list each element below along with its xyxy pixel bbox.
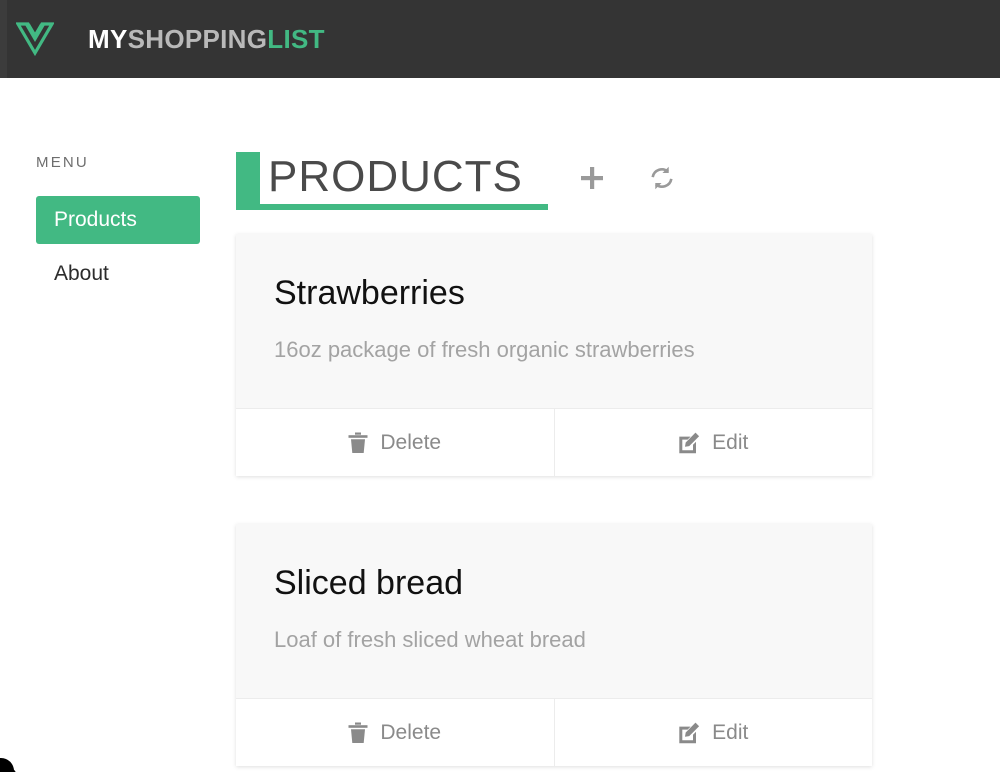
trash-icon	[348, 432, 368, 454]
product-description: Loaf of fresh sliced wheat bread	[274, 627, 586, 652]
product-card-body: Sliced bread Loaf of fresh sliced wheat …	[236, 524, 872, 698]
page-title-wrap: PRODUCTS	[236, 152, 548, 210]
brand-part-my: MY	[88, 24, 128, 54]
delete-button[interactable]: Delete	[236, 409, 554, 476]
edit-label: Edit	[712, 720, 749, 744]
sidebar-menu-list: Products About	[36, 196, 200, 298]
edit-pencil-icon	[678, 722, 700, 744]
brand-part-shopping: SHOPPING	[127, 24, 268, 54]
vue-logo-icon	[15, 21, 55, 57]
edit-label: Edit	[712, 430, 749, 454]
main-content: PRODUCTS Strawberries 16oz package of fr…	[236, 78, 1000, 772]
product-card-actions: Delete Edit	[236, 698, 872, 766]
edit-button[interactable]: Edit	[553, 699, 872, 766]
product-card: Strawberries 16oz package of fresh organ…	[236, 234, 872, 476]
page-header-actions	[570, 152, 684, 206]
product-title: Strawberries	[274, 274, 465, 312]
product-card: Sliced bread Loaf of fresh sliced wheat …	[236, 524, 872, 766]
sidebar: MENU Products About	[0, 78, 236, 772]
refresh-button[interactable]	[640, 157, 684, 201]
refresh-icon	[649, 165, 675, 194]
product-card-body: Strawberries 16oz package of fresh organ…	[236, 234, 872, 408]
app-header: MYSHOPPINGLIST	[0, 0, 1000, 78]
delete-button[interactable]: Delete	[236, 699, 554, 766]
sidebar-item-products[interactable]: Products	[36, 196, 200, 244]
edit-button[interactable]: Edit	[553, 409, 872, 476]
brand-title: MYSHOPPINGLIST	[88, 24, 325, 54]
page-header: PRODUCTS	[236, 152, 684, 210]
add-product-button[interactable]	[570, 157, 614, 201]
trash-icon	[348, 722, 368, 744]
page-title: PRODUCTS	[268, 152, 523, 201]
app-root: MYSHOPPINGLIST MENU Products About PRODU…	[0, 0, 1000, 772]
product-card-actions: Delete Edit	[236, 408, 872, 476]
edit-pencil-icon	[678, 432, 700, 454]
product-card-list: Strawberries 16oz package of fresh organ…	[236, 234, 872, 772]
sidebar-item-about[interactable]: About	[36, 250, 200, 298]
delete-label: Delete	[380, 720, 442, 744]
header-left-edge	[0, 0, 7, 78]
brand-part-list: LIST	[267, 24, 325, 54]
title-accent-bar-left	[236, 152, 260, 206]
title-accent-bar-bottom	[236, 204, 548, 210]
product-description: 16oz package of fresh organic strawberri…	[274, 337, 695, 362]
sidebar-menu-label: MENU	[36, 154, 89, 171]
plus-icon	[578, 164, 606, 195]
delete-label: Delete	[380, 430, 442, 454]
product-title: Sliced bread	[274, 564, 464, 602]
